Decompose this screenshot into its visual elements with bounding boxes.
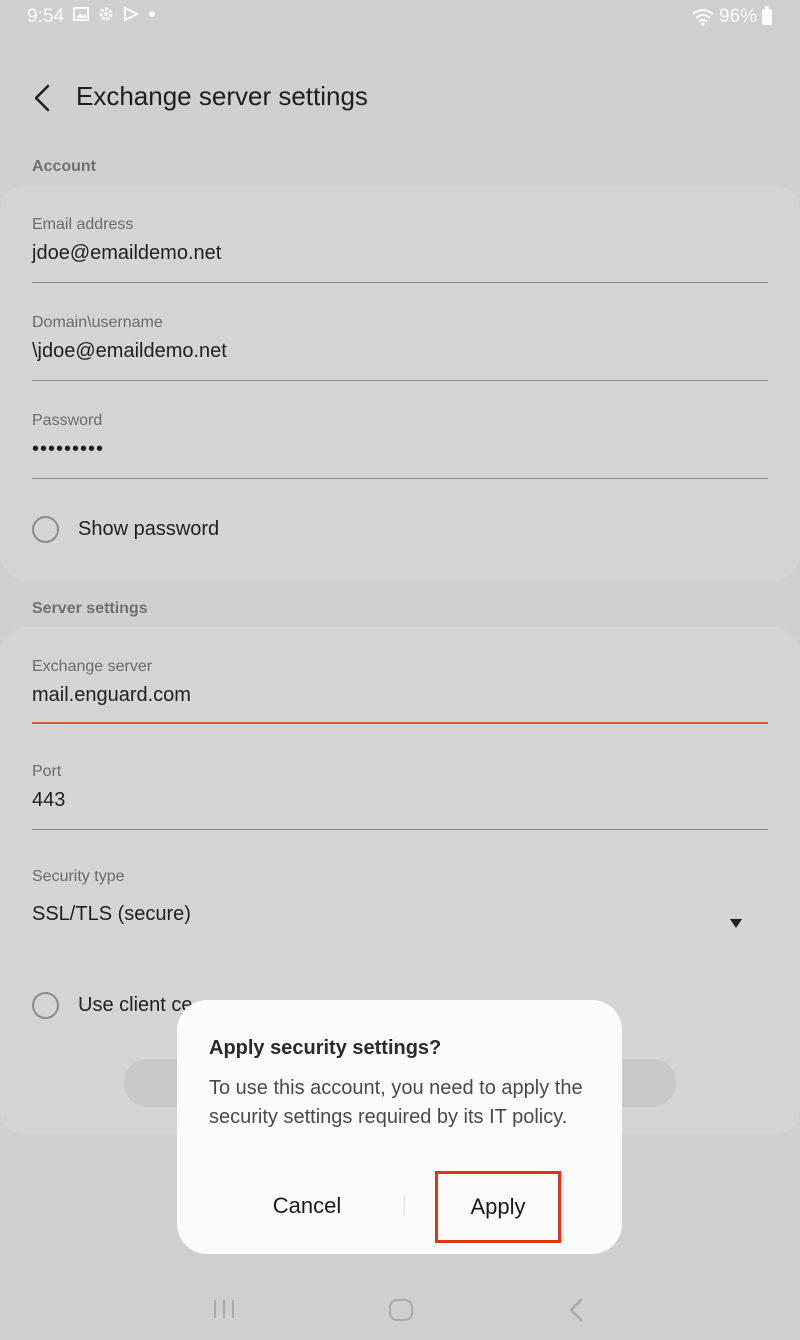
dropdown-arrow-icon[interactable]: [730, 919, 742, 928]
battery-percent: 96%: [718, 6, 757, 27]
status-bar: 9:54 96%: [0, 0, 800, 34]
settings-icon: [99, 7, 113, 21]
play-store-icon: [124, 6, 139, 22]
status-icons: [73, 6, 156, 22]
email-value: jdoe@emaildemo.net: [32, 242, 222, 264]
port-field[interactable]: Port 443: [32, 763, 768, 830]
screen: 9:54 96% Exchange server settings Accoun…: [0, 0, 800, 1340]
battery-icon: [762, 6, 772, 25]
account-section-label: Account: [32, 158, 96, 175]
security-type-dropdown[interactable]: Security type SSL/TLS (secure): [32, 868, 768, 948]
email-field[interactable]: Email address jdoe@emaildemo.net: [32, 216, 768, 283]
security-dialog: Apply security settings? To use this acc…: [177, 1000, 622, 1254]
domain-username-field[interactable]: Domain\username \jdoe@emaildemo.net: [32, 314, 768, 381]
wifi-icon: [692, 9, 714, 26]
exchange-server-field[interactable]: Exchange server mail.enguard.com: [32, 658, 768, 724]
nav-back-icon: [569, 1298, 583, 1322]
notification-dot-icon: [149, 11, 155, 17]
server-section-label: Server settings: [32, 600, 148, 617]
domain-username-value: \jdoe@emaildemo.net: [32, 340, 227, 362]
nav-back-button[interactable]: [566, 1298, 586, 1322]
port-value: 443: [32, 789, 66, 811]
client-cert-label: Use client ce: [78, 994, 193, 1016]
email-underline: [32, 282, 768, 283]
app-header: Exchange server settings: [0, 60, 800, 134]
port-label: Port: [32, 763, 62, 780]
password-label: Password: [32, 412, 103, 429]
recent-apps-button[interactable]: [214, 1300, 234, 1318]
show-password-checkbox[interactable]: Show password: [32, 516, 219, 543]
show-password-radio[interactable]: [32, 516, 59, 543]
security-type-label: Security type: [32, 868, 125, 885]
port-underline: [32, 829, 768, 830]
client-cert-checkbox[interactable]: Use client ce: [32, 992, 193, 1019]
exchange-server-value: mail.enguard.com: [32, 684, 191, 706]
dialog-button-divider: [404, 1195, 405, 1215]
password-field[interactable]: Password •••••••••: [32, 412, 768, 479]
client-cert-radio[interactable]: [32, 992, 59, 1019]
domain-username-underline: [32, 380, 768, 381]
home-button[interactable]: [389, 1299, 413, 1321]
dialog-body: To use this account, you need to apply t…: [209, 1077, 583, 1128]
chevron-left-icon: [34, 84, 50, 112]
dialog-title: Apply security settings?: [209, 1037, 442, 1059]
apply-button[interactable]: Apply: [435, 1171, 561, 1243]
navigation-bar: [0, 1276, 800, 1340]
exchange-server-underline: [32, 722, 768, 724]
password-value: •••••••••: [32, 438, 105, 460]
gallery-icon: [73, 7, 89, 21]
cancel-button[interactable]: Cancel: [249, 1186, 365, 1226]
security-type-value: SSL/TLS (secure): [32, 903, 191, 925]
status-right: 96%: [692, 6, 772, 28]
show-password-label: Show password: [78, 518, 220, 540]
exchange-server-label: Exchange server: [32, 658, 153, 675]
status-time: 9:54: [27, 6, 64, 27]
domain-username-label: Domain\username: [32, 314, 163, 331]
email-label: Email address: [32, 216, 134, 233]
password-underline: [32, 478, 768, 479]
page-title: Exchange server settings: [76, 81, 368, 111]
back-button[interactable]: [26, 78, 60, 118]
